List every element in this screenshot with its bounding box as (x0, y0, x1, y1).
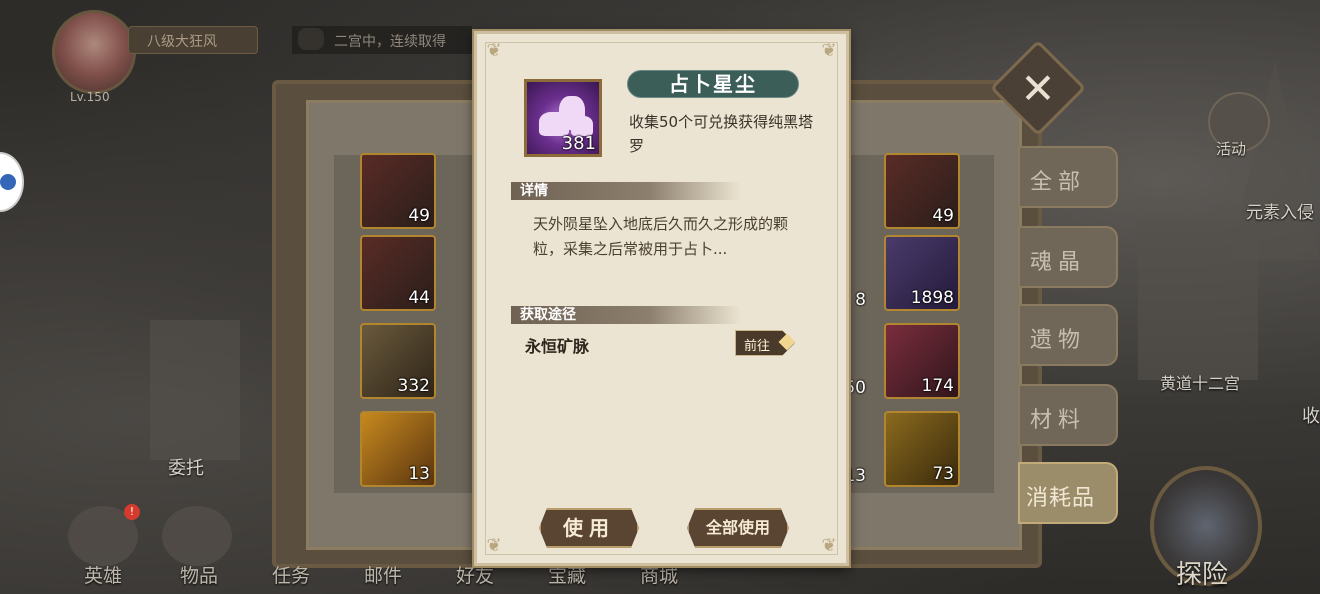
slot-count: 1898 (910, 288, 954, 308)
bag-slot[interactable]: 44 (360, 235, 436, 311)
close-icon: ✕ (1020, 63, 1056, 113)
tab-relic[interactable]: 遗物 (1018, 304, 1118, 366)
activity-label[interactable]: 活动 (1216, 138, 1246, 159)
fast-forward-icon[interactable] (0, 174, 16, 190)
player-avatar[interactable] (52, 10, 136, 94)
player-name[interactable]: 八级大狂风 (128, 26, 258, 54)
item-count: 381 (561, 133, 596, 154)
zodiac-palace-label[interactable]: 黄道十二宫 (1160, 370, 1240, 394)
tab-all[interactable]: 全部 (1018, 146, 1118, 208)
source-name: 永恒矿脉 (525, 337, 590, 356)
bag-slot[interactable]: 73 (884, 411, 960, 487)
slot-count: 49 (408, 206, 430, 226)
bag-slot[interactable]: 332 (360, 323, 436, 399)
tab-soul-crystal[interactable]: 魂晶 (1018, 226, 1118, 288)
source-section-header: 获取途径 (511, 306, 741, 324)
corner-ornament-icon: ❦ (821, 535, 837, 556)
corner-ornament-icon: ❦ (486, 535, 502, 556)
background-castle (1138, 220, 1258, 380)
collect-label[interactable]: 收 (1302, 402, 1320, 428)
use-button[interactable]: 使用 (539, 508, 639, 548)
use-all-button[interactable]: 全部使用 (687, 508, 789, 548)
nav-mail[interactable]: 邮件 (364, 561, 402, 588)
bag-slot[interactable]: 1898 (884, 235, 960, 311)
bag-slot[interactable]: 49 (884, 153, 960, 229)
slot-count: 174 (921, 376, 954, 396)
background-tower (150, 320, 240, 460)
slot-count: 8 (855, 290, 866, 310)
nav-items[interactable]: 物品 (180, 561, 218, 588)
slot-count: 332 (397, 376, 430, 396)
nav-hero[interactable]: 英雄 (84, 561, 122, 588)
explore-label[interactable]: 探险 (1176, 554, 1228, 591)
item-nav-icon[interactable] (162, 506, 232, 566)
tab-material[interactable]: 材料 (1018, 384, 1118, 446)
nav-quests[interactable]: 任务 (272, 561, 310, 588)
tab-consumable[interactable]: 消耗品 (1018, 462, 1118, 524)
item-name: 占卜星尘 (627, 70, 799, 98)
corner-ornament-icon: ❦ (486, 40, 502, 61)
stardust-item-icon: 381 (524, 79, 602, 157)
item-summary: 收集50个可兑换获得纯黑塔罗 (629, 113, 814, 155)
corner-ornament-icon: ❦ (821, 40, 837, 61)
player-level: Lv.150 (70, 90, 110, 104)
slot-count: 13 (408, 464, 430, 484)
slot-count: 73 (932, 464, 954, 484)
hero-alert-badge: ! (124, 504, 140, 520)
bag-slot[interactable]: 174 (884, 323, 960, 399)
element-invasion-label[interactable]: 元素入侵 (1246, 198, 1314, 223)
detail-section-header: 详情 (511, 182, 741, 200)
bag-slot[interactable]: 13 (360, 411, 436, 487)
commission-label[interactable]: 委托 (168, 454, 204, 480)
slot-count: 49 (932, 206, 954, 226)
item-detail-dialog: ❦ ❦ ❦ ❦ 381 占卜星尘 收集50个可兑换获得纯黑塔罗 详情 天外陨星坠… (474, 31, 849, 566)
slot-count: 44 (408, 288, 430, 308)
chat-message[interactable]: 二宫中，连续取得 (292, 26, 472, 54)
item-detail-text: 天外陨星坠入地底后久而久之形成的颗粒，采集之后常被用于占卜... (533, 215, 789, 258)
bag-slot[interactable]: 49 (360, 153, 436, 229)
